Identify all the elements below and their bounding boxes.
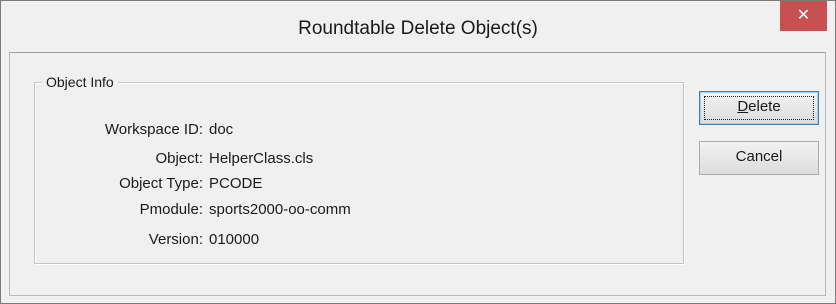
object-type-value: PCODE bbox=[209, 175, 263, 192]
version-label: Version: bbox=[148, 231, 203, 248]
cancel-button[interactable]: Cancel bbox=[699, 141, 819, 175]
delete-label-rest: elete bbox=[748, 98, 781, 115]
close-button[interactable]: ✕ bbox=[780, 1, 827, 31]
delete-button[interactable]: Delete bbox=[699, 91, 819, 125]
title-bar[interactable]: Roundtable Delete Object(s) ✕ bbox=[1, 1, 835, 53]
cancel-button-label: Cancel bbox=[735, 148, 783, 165]
object-value: HelperClass.cls bbox=[209, 150, 314, 167]
close-icon: ✕ bbox=[796, 7, 811, 24]
workspace-id-value: doc bbox=[209, 121, 234, 138]
object-type-label: Object Type: bbox=[119, 175, 203, 192]
delete-mnemonic: D bbox=[737, 98, 749, 115]
version-value: 010000 bbox=[209, 231, 260, 248]
workspace-id-label: Workspace ID: bbox=[104, 121, 203, 138]
pmodule-label: Pmodule: bbox=[139, 201, 203, 218]
object-label: Object: bbox=[155, 150, 203, 167]
object-info-legend: Object Info bbox=[42, 73, 118, 91]
pmodule-value: sports2000-oo-comm bbox=[209, 201, 351, 218]
delete-button-label: Delete bbox=[737, 98, 780, 115]
dialog-title: Roundtable Delete Object(s) bbox=[298, 18, 538, 39]
